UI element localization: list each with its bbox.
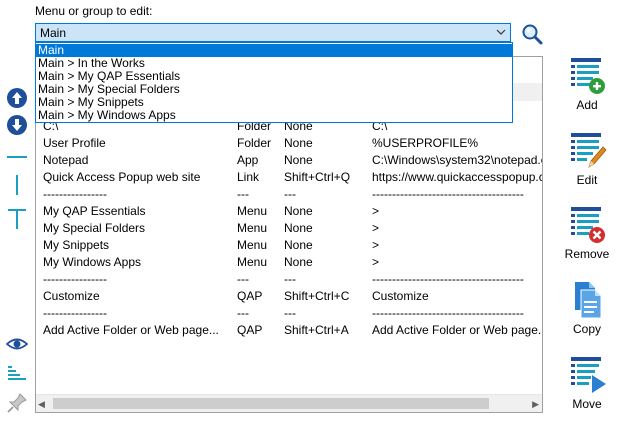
horizontal-scrollbar[interactable]: ◀ ▶ [36,394,542,412]
item-type-cell: Menu [237,238,268,252]
item-type-cell: Menu [237,204,268,218]
item-name-cell: ---------------- [43,272,107,286]
chevron-down-icon [496,29,506,35]
scrollbar-thumb[interactable] [53,398,489,409]
copy-icon [575,282,602,319]
item-location-cell: > [372,204,380,218]
item-location-cell: -------------------------------------- [372,306,524,320]
item-type-cell: QAP [237,323,263,337]
item-type-cell: Link [237,170,260,184]
item-hotkey-cell: --- [284,306,296,320]
item-hotkey-cell: --- [284,272,296,286]
move-button-label: Move [572,397,602,411]
item-type-cell: Menu [237,255,268,269]
table-row[interactable]: ---------------- --- --- ------------------… [36,186,542,203]
item-hotkey-cell: Shift+Ctrl+C [284,289,350,303]
item-location-cell: C:\Windows\system32\notepad.exe [372,153,542,167]
menu-group-label: Menu or group to edit: [35,4,153,18]
item-hotkey-cell: None [284,204,313,218]
item-location-cell: https://www.quickaccesspopup.com [372,170,542,184]
separator-icon[interactable] [6,146,28,168]
item-type-cell: --- [237,187,249,201]
table-row[interactable]: My Snippets Menu None > [36,237,542,254]
item-location-cell: %USERPROFILE% [372,136,479,150]
add-button[interactable]: Add [558,56,616,112]
item-name-cell: My Snippets [43,238,110,252]
item-type-cell: QAP [237,289,263,303]
table-row[interactable]: ---------------- --- --- ------------------… [36,305,542,322]
table-row[interactable]: Notepad App None C:\Windows\system32\notepa… [36,152,542,169]
item-type-cell: --- [237,272,249,286]
item-name-cell: My QAP Essentials [43,204,146,218]
item-hotkey-cell: Shift+Ctrl+Q [284,170,351,184]
item-type-cell: Folder [237,136,272,150]
table-row[interactable]: Customize QAP Shift+Ctrl+C Customize [36,288,542,305]
item-location-cell: > [372,238,380,252]
item-hotkey-cell: None [284,255,313,269]
table-row[interactable]: User Profile Folder None %USERPROFILE% [36,135,542,152]
table-row[interactable]: My Special Folders Menu None > [36,220,542,237]
item-name-cell: ---------------- [43,306,107,320]
item-location-cell: -------------------------------------- [372,272,524,286]
table-row[interactable]: Quick Access Popup web site Link Shift+Ctr… [36,169,542,186]
item-hotkey-cell: None [284,153,313,167]
item-name-cell: Add Active Folder or Web page... [43,323,219,337]
table-row[interactable]: My QAP Essentials Menu None > [36,203,542,220]
item-hotkey-cell: None [284,238,313,252]
arrow-up-icon[interactable] [6,87,28,109]
search-icon[interactable] [520,23,544,45]
item-location-cell: > [372,221,380,235]
item-hotkey-cell: --- [284,187,296,201]
item-name-cell: Customize [43,289,100,303]
item-name-cell: My Windows Apps [43,255,142,269]
item-name-cell: Notepad [43,153,89,167]
move-button[interactable]: Move [558,355,616,411]
scroll-left-icon[interactable]: ◀ [38,399,45,410]
item-location-cell: -------------------------------------- [372,187,524,201]
text-separator-icon[interactable] [6,208,28,230]
item-hotkey-cell: None [284,221,313,235]
remove-button-label: Remove [564,247,610,261]
table-row[interactable]: ---------------- --- --- ------------------… [36,271,542,288]
arrow-down-icon[interactable] [6,114,28,136]
item-type-cell: Menu [237,221,268,235]
sort-icon[interactable] [6,362,28,384]
move-list-icon [571,357,606,393]
menu-group-combobox[interactable]: Main [35,23,511,42]
item-type-cell: --- [237,306,249,320]
item-location-cell: > [372,255,380,269]
dropdown-item[interactable]: Main > My Windows Apps [36,109,512,122]
add-button-label: Add [576,98,598,112]
item-type-cell: App [237,153,259,167]
copy-button[interactable]: Copy [558,280,616,336]
eye-icon[interactable] [6,333,28,355]
item-name-cell: Quick Access Popup web site [43,170,201,184]
item-name-cell: User Profile [43,136,106,150]
menu-group-dropdown[interactable]: Main Main > In the Works Main > My QAP Ess… [35,42,513,123]
item-location-cell: Customize [372,289,429,303]
item-hotkey-cell: Shift+Ctrl+A [284,323,349,337]
item-location-cell: Add Active Folder or Web page... [372,323,542,337]
table-row[interactable]: My Windows Apps Menu None > [36,254,542,271]
table-row[interactable]: Add Active Folder or Web page... QAP Shift… [36,322,542,339]
pin-icon[interactable] [6,392,28,414]
add-list-icon [571,58,605,94]
copy-button-label: Copy [572,322,601,336]
edit-list-icon [571,133,607,168]
column-break-icon[interactable] [6,174,28,196]
edit-button[interactable]: Edit [558,131,616,187]
edit-button-label: Edit [576,173,598,187]
scroll-right-icon[interactable]: ▶ [532,399,539,410]
item-name-cell: My Special Folders [43,221,146,235]
item-name-cell: ---------------- [43,187,107,201]
remove-button[interactable]: Remove [558,205,616,261]
combo-value: Main [40,26,67,40]
item-hotkey-cell: None [284,136,313,150]
remove-list-icon [571,207,605,243]
